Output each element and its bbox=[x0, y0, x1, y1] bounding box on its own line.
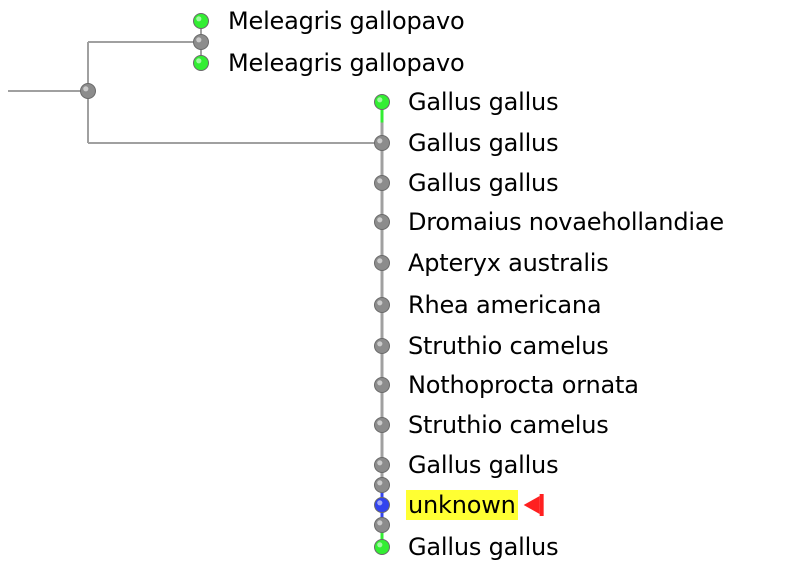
leaf-node-green bbox=[193, 55, 209, 71]
leaf-label[interactable]: Struthio camelus bbox=[406, 410, 611, 440]
leaf-node-green bbox=[374, 539, 390, 555]
leaf-node-gray bbox=[374, 338, 390, 354]
leaf-node-blue bbox=[374, 497, 390, 513]
internal-node bbox=[374, 517, 390, 533]
leaf-label[interactable]: Dromaius novaehollandiae bbox=[406, 207, 726, 237]
leaf-label[interactable]: Gallus gallus bbox=[406, 450, 560, 480]
leaf-node-gray bbox=[374, 175, 390, 191]
phylogenetic-tree: Meleagris gallopavo Meleagris gallopavo Ga… bbox=[0, 0, 798, 568]
leaf-node-green bbox=[193, 13, 209, 29]
leaf-label[interactable]: Gallus gallus bbox=[406, 87, 560, 117]
leaf-node-gray bbox=[374, 377, 390, 393]
leaf-label[interactable]: Meleagris gallopavo bbox=[226, 48, 467, 78]
leaf-node-gray bbox=[374, 417, 390, 433]
leaf-node-gray bbox=[374, 135, 390, 151]
leaf-label[interactable]: Gallus gallus bbox=[406, 532, 560, 562]
leaf-node-gray bbox=[374, 457, 390, 473]
internal-node bbox=[193, 34, 209, 50]
leaf-label[interactable]: Gallus gallus bbox=[406, 168, 560, 198]
leaf-node-green bbox=[374, 94, 390, 110]
leaf-node-gray bbox=[374, 255, 390, 271]
leaf-label[interactable]: Rhea americana bbox=[406, 290, 603, 320]
leaf-label[interactable]: Struthio camelus bbox=[406, 331, 611, 361]
leaf-node-gray bbox=[374, 214, 390, 230]
leaf-label[interactable]: Gallus gallus bbox=[406, 128, 560, 158]
leaf-label[interactable]: Meleagris gallopavo bbox=[226, 6, 467, 36]
leaf-node-gray bbox=[374, 297, 390, 313]
leaf-label-highlighted[interactable]: unknown bbox=[406, 490, 518, 520]
internal-node bbox=[374, 477, 390, 493]
red-flag-icon bbox=[523, 494, 544, 516]
root-node bbox=[80, 83, 96, 99]
tree-branches bbox=[8, 13, 544, 555]
leaf-label[interactable]: Nothoprocta ornata bbox=[406, 370, 641, 400]
leaf-label[interactable]: Apteryx australis bbox=[406, 248, 611, 278]
